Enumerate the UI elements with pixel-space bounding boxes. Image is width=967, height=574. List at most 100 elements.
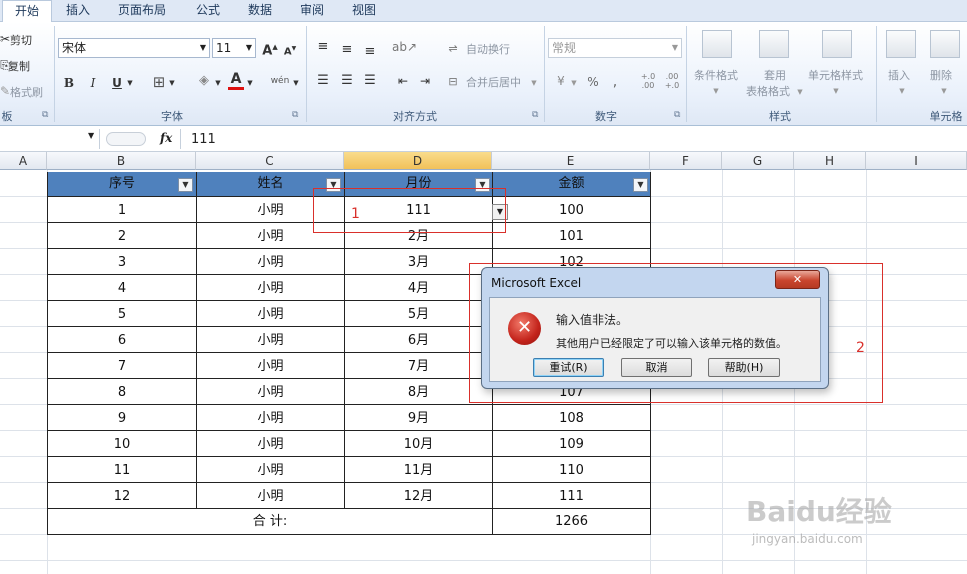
dialog-launcher-icon[interactable]: ⧉ <box>292 110 298 120</box>
font-size-dropdown[interactable]: 11 ▼ <box>212 38 256 58</box>
borders-icon[interactable]: ⊞ <box>150 73 168 91</box>
chevron-down-icon[interactable]: ▼ <box>126 74 134 92</box>
format-as-table-label[interactable]: 套用 <box>764 67 786 83</box>
insert-function-icon[interactable]: fx <box>160 131 172 145</box>
seq-cell[interactable]: 11 <box>48 457 196 483</box>
chevron-down-icon[interactable]: ▼ <box>214 74 222 92</box>
cut-button[interactable]: 剪切 <box>10 32 32 48</box>
name-cell[interactable]: 小明 <box>197 379 344 405</box>
chevron-down-icon[interactable]: ▼ <box>570 74 578 92</box>
seq-cell[interactable]: 2 <box>48 223 196 249</box>
amount-cell[interactable]: 108 <box>493 405 650 431</box>
filter-dropdown-button[interactable]: ▼ <box>178 178 193 192</box>
name-cell[interactable]: 小明 <box>197 275 344 301</box>
name-box[interactable]: ▼ <box>0 129 100 149</box>
tab-formulas[interactable]: 公式 <box>186 0 230 22</box>
tab-review[interactable]: 审阅 <box>290 0 334 22</box>
tab-page-layout[interactable]: 页面布局 <box>108 0 176 22</box>
format-painter-button[interactable]: 格式刷 <box>10 84 43 100</box>
column-header-h[interactable]: H <box>794 152 866 170</box>
delete-cells-button[interactable]: 删除 <box>930 67 952 83</box>
name-cell[interactable]: 小明 <box>197 301 344 327</box>
shrink-font-icon[interactable]: A▼ <box>283 40 297 61</box>
wrap-text-button[interactable]: 自动换行 <box>466 41 510 57</box>
dialog-launcher-icon[interactable]: ⧉ <box>674 110 680 120</box>
align-right-icon[interactable]: ☰ <box>363 72 377 90</box>
column-header-e[interactable]: E <box>492 152 650 170</box>
insert-cells-button[interactable]: 插入 <box>888 67 910 83</box>
name-cell[interactable]: 小明 <box>197 457 344 483</box>
column-header-d[interactable]: D <box>344 152 492 170</box>
amount-cell[interactable]: 100 <box>493 197 650 223</box>
column-header-f[interactable]: F <box>650 152 722 170</box>
tab-home[interactable]: 开始 <box>2 0 52 23</box>
chevron-down-icon[interactable]: ▼ <box>832 82 840 100</box>
formula-bar-resize-handle[interactable] <box>106 132 146 146</box>
month-cell[interactable]: 12月 <box>345 483 492 509</box>
cell-styles-button[interactable]: 单元格样式 <box>808 67 863 83</box>
chevron-down-icon[interactable]: ▼ <box>898 82 906 100</box>
cancel-button[interactable]: 取消 <box>621 358 692 377</box>
italic-button[interactable]: I <box>86 74 100 92</box>
percent-button[interactable]: % <box>586 73 600 91</box>
number-format-dropdown[interactable]: 常规 ▼ <box>548 38 682 58</box>
total-value[interactable]: 1266 <box>493 510 650 534</box>
name-cell[interactable]: 小明 <box>197 431 344 457</box>
total-label[interactable]: 合 计: <box>48 510 492 534</box>
increase-decimal-button[interactable]: +.0 .00 <box>638 72 658 90</box>
fill-color-icon[interactable]: ◈ <box>196 72 212 90</box>
month-cell[interactable]: 10月 <box>345 431 492 457</box>
tab-insert[interactable]: 插入 <box>56 0 100 22</box>
column-header-i[interactable]: I <box>866 152 967 170</box>
seq-cell[interactable]: 7 <box>48 353 196 379</box>
align-top-icon[interactable]: ≡ <box>316 38 330 56</box>
month-cell[interactable]: 9月 <box>345 405 492 431</box>
seq-cell[interactable]: 4 <box>48 275 196 301</box>
chevron-down-icon[interactable]: ▼ <box>246 74 254 92</box>
align-bottom-icon[interactable]: ≡ <box>363 43 377 61</box>
amount-cell[interactable]: 101 <box>493 223 650 249</box>
name-cell[interactable]: 小明 <box>197 405 344 431</box>
column-header-c[interactable]: C <box>196 152 344 170</box>
chevron-down-icon[interactable]: ▼ <box>796 83 804 101</box>
seq-cell[interactable]: 1 <box>48 197 196 223</box>
name-cell[interactable]: 小明 <box>197 353 344 379</box>
chevron-down-icon[interactable]: ▼ <box>88 131 94 140</box>
name-cell[interactable]: 小明 <box>197 249 344 275</box>
seq-cell[interactable]: 9 <box>48 405 196 431</box>
copy-button[interactable]: 复制 <box>8 58 30 74</box>
bold-button[interactable]: B <box>62 74 76 92</box>
amount-cell[interactable]: 109 <box>493 431 650 457</box>
month-cell[interactable]: 11月 <box>345 457 492 483</box>
font-name-dropdown[interactable]: 宋体 ▼ <box>58 38 210 58</box>
chevron-down-icon[interactable]: ▼ <box>530 74 538 92</box>
chevron-down-icon[interactable]: ▼ <box>712 82 720 100</box>
tab-view[interactable]: 视图 <box>342 0 386 22</box>
name-cell[interactable]: 小明 <box>197 327 344 353</box>
column-header-a[interactable]: A <box>0 152 47 170</box>
amount-cell[interactable]: 111 <box>493 483 650 509</box>
chevron-down-icon[interactable]: ▼ <box>168 74 176 92</box>
orientation-icon[interactable]: ab↗ <box>392 38 417 56</box>
underline-button[interactable]: U <box>110 74 124 92</box>
seq-cell[interactable]: 6 <box>48 327 196 353</box>
increase-indent-icon[interactable]: ⇥ <box>418 72 432 90</box>
column-header-g[interactable]: G <box>722 152 794 170</box>
dialog-launcher-icon[interactable]: ⧉ <box>42 110 48 120</box>
name-cell[interactable]: 小明 <box>197 483 344 509</box>
help-button[interactable]: 帮助(H) <box>708 358 780 377</box>
align-left-icon[interactable]: ☰ <box>316 72 330 90</box>
filter-dropdown-button[interactable]: ▼ <box>633 178 648 192</box>
grow-font-icon[interactable]: A▲ <box>262 38 278 60</box>
dialog-launcher-icon[interactable]: ⧉ <box>532 110 538 120</box>
seq-cell[interactable]: 12 <box>48 483 196 509</box>
align-center-icon[interactable]: ☰ <box>340 72 354 90</box>
align-middle-icon[interactable]: ≡ <box>340 41 354 59</box>
decrease-decimal-button[interactable]: .00 +.0 <box>662 72 682 90</box>
merge-center-button[interactable]: 合并后居中 <box>466 74 521 90</box>
font-color-icon[interactable]: A <box>228 71 244 90</box>
phonetic-icon[interactable]: wén <box>268 72 292 90</box>
retry-button[interactable]: 重试(R) <box>533 358 604 377</box>
seq-cell[interactable]: 10 <box>48 431 196 457</box>
formula-input[interactable]: 111 <box>191 132 216 147</box>
